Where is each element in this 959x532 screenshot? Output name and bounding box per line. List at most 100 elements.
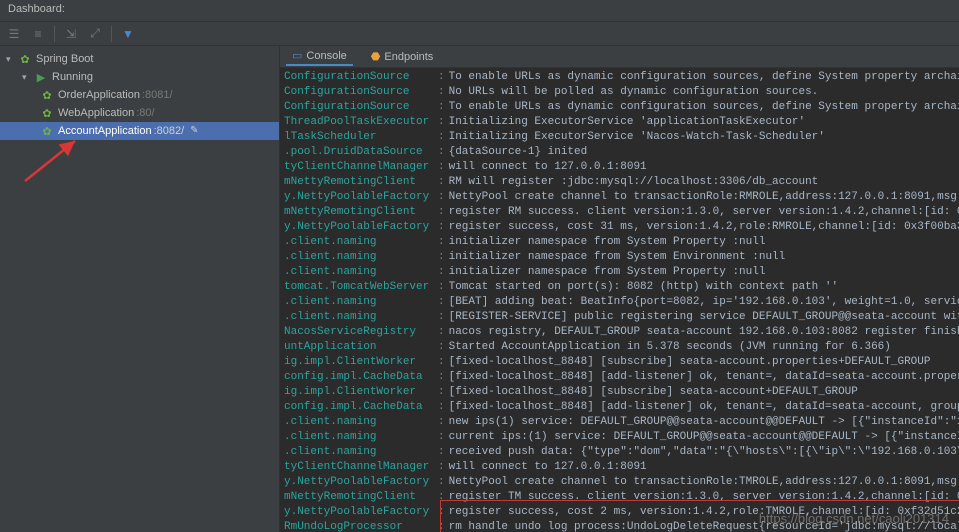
arrow-down-icon: ▾ bbox=[22, 72, 34, 83]
log-line: ConfigurationSource:No URLs will be poll… bbox=[284, 85, 955, 100]
log-colon: : bbox=[438, 520, 445, 532]
tree-app-account[interactable]: ✿ AccountApplication :8082/ ✎ bbox=[0, 122, 279, 140]
log-message: NettyPool create channel to transactionR… bbox=[449, 475, 959, 490]
log-message: new ips(1) service: DEFAULT_GROUP@@seata… bbox=[449, 415, 959, 430]
log-colon: : bbox=[438, 310, 445, 325]
log-message: [fixed-localhost_8848] [subscribe] seata… bbox=[449, 385, 858, 400]
spring-leaf-icon: ✿ bbox=[40, 89, 54, 102]
log-logger: RmUndoLogProcessor bbox=[284, 520, 434, 532]
log-colon: : bbox=[438, 145, 445, 160]
collapse-icon[interactable]: ⇲ bbox=[63, 26, 79, 42]
log-line: config.impl.CacheData:[fixed-localhost_8… bbox=[284, 400, 955, 415]
filter-icon[interactable]: ▼ bbox=[120, 26, 136, 42]
log-logger: ConfigurationSource bbox=[284, 100, 434, 115]
log-line: y.NettyPoolableFactory:register success,… bbox=[284, 505, 955, 520]
log-logger: .client.naming bbox=[284, 445, 434, 460]
log-line: NacosServiceRegistry:nacos registry, DEF… bbox=[284, 325, 955, 340]
log-line: .client.naming:received push data: {"typ… bbox=[284, 445, 955, 460]
log-colon: : bbox=[438, 85, 445, 100]
log-logger: .client.naming bbox=[284, 295, 434, 310]
log-message: will connect to 127.0.0.1:8091 bbox=[449, 460, 647, 475]
slider-icon[interactable]: ≡ bbox=[30, 26, 46, 42]
log-line: ig.impl.ClientWorker: [fixed-localhost_88… bbox=[284, 355, 955, 370]
edit-icon[interactable]: ✎ bbox=[190, 125, 202, 137]
log-logger: untApplication bbox=[284, 340, 434, 355]
app-port: :80/ bbox=[136, 107, 154, 119]
tab-label: Endpoints bbox=[384, 51, 433, 63]
tree-app-web[interactable]: ✿ WebApplication :80/ bbox=[0, 104, 279, 122]
tab-console[interactable]: ▭ Console bbox=[286, 47, 353, 66]
log-message: received push data: {"type":"dom","data"… bbox=[449, 445, 959, 460]
log-message: Started AccountApplication in 5.378 seco… bbox=[449, 340, 891, 355]
tab-label: Console bbox=[306, 50, 346, 62]
app-name: AccountApplication bbox=[58, 125, 152, 137]
log-colon: : bbox=[438, 340, 445, 355]
log-message: register success, cost 2 ms, version:1.4… bbox=[449, 505, 959, 520]
log-logger: .client.naming bbox=[284, 430, 434, 445]
log-line: ConfigurationSource:To enable URLs as dy… bbox=[284, 100, 955, 115]
arrow-down-icon: ▾ bbox=[6, 54, 18, 65]
log-logger: .client.naming bbox=[284, 310, 434, 325]
log-message: will connect to 127.0.0.1:8091 bbox=[449, 160, 647, 175]
log-colon: : bbox=[438, 130, 445, 145]
log-colon: : bbox=[438, 160, 445, 175]
log-line: mNettyRemotingClient:RM will register :j… bbox=[284, 175, 955, 190]
log-line: .client.naming:initializer namespace fro… bbox=[284, 235, 955, 250]
console-output[interactable]: ConfigurationSource: To enable URLs as dy… bbox=[280, 68, 959, 532]
log-message: [fixed-localhost_8848] [subscribe] seata… bbox=[449, 355, 931, 370]
log-colon: : bbox=[438, 280, 445, 295]
log-message: NettyPool create channel to transactionR… bbox=[449, 190, 959, 205]
log-message: [REGISTER-SERVICE] public registering se… bbox=[449, 310, 959, 325]
log-colon: : bbox=[438, 175, 445, 190]
tab-endpoints[interactable]: ⬣ Endpoints bbox=[365, 48, 440, 65]
tree-icon[interactable]: ☰ bbox=[6, 26, 22, 42]
log-logger: ConfigurationSource bbox=[284, 70, 434, 85]
log-logger: tyClientChannelManager bbox=[284, 460, 434, 475]
spring-leaf-icon: ✿ bbox=[40, 107, 54, 120]
log-logger: .pool.DruidDataSource bbox=[284, 145, 434, 160]
log-line: .pool.DruidDataSource:{dataSource-1} ini… bbox=[284, 145, 955, 160]
log-logger: ig.impl.ClientWorker bbox=[284, 355, 434, 370]
expand-icon[interactable]: ⤢ bbox=[87, 26, 103, 42]
log-message: initializer namespace from System Enviro… bbox=[449, 250, 786, 265]
dashboard-title: Dashboard: bbox=[8, 3, 65, 15]
app-name: WebApplication bbox=[58, 107, 134, 119]
log-logger: y.NettyPoolableFactory bbox=[284, 220, 434, 235]
console-icon: ▭ bbox=[292, 49, 302, 62]
tree-running[interactable]: ▾ ▶ Running bbox=[0, 68, 279, 86]
right-panel: ▭ Console ⬣ Endpoints ConfigurationSourc… bbox=[280, 46, 959, 532]
app-port: :8081/ bbox=[142, 89, 173, 101]
spring-icon: ✿ bbox=[18, 53, 32, 66]
log-colon: : bbox=[438, 400, 445, 415]
log-colon: : bbox=[438, 295, 445, 310]
log-message: To enable URLs as dynamic configuration … bbox=[449, 100, 959, 115]
log-logger: .client.naming bbox=[284, 250, 434, 265]
log-colon: : bbox=[438, 190, 445, 205]
main-area: ▾ ✿ Spring Boot ▾ ▶ Running ✿ OrderAppli… bbox=[0, 46, 959, 532]
log-message: initializer namespace from System Proper… bbox=[449, 235, 766, 250]
log-logger: ConfigurationSource bbox=[284, 85, 434, 100]
log-line: untApplication: Started AccountApplicatio… bbox=[284, 340, 955, 355]
log-message: [BEAT] adding beat: BeatInfo{port=8082, … bbox=[449, 295, 959, 310]
log-message: nacos registry, DEFAULT_GROUP seata-acco… bbox=[449, 325, 959, 340]
log-line: y.NettyPoolableFactory:register success,… bbox=[284, 220, 955, 235]
log-logger: mNettyRemotingClient bbox=[284, 490, 434, 505]
log-line: y.NettyPoolableFactory:NettyPool create … bbox=[284, 475, 955, 490]
log-colon: : bbox=[438, 430, 445, 445]
log-line: mNettyRemotingClient:register RM success… bbox=[284, 205, 955, 220]
log-colon: : bbox=[438, 355, 445, 370]
log-colon: : bbox=[438, 445, 445, 460]
log-line: .client.naming:initializer namespace fro… bbox=[284, 250, 955, 265]
tree-app-order[interactable]: ✿ OrderApplication :8081/ bbox=[0, 86, 279, 104]
log-message: [fixed-localhost_8848] [add-listener] ok… bbox=[449, 400, 959, 415]
tree-root-springboot[interactable]: ▾ ✿ Spring Boot bbox=[0, 50, 279, 68]
log-line: tomcat.TomcatWebServer:Tomcat started on… bbox=[284, 280, 955, 295]
log-colon: : bbox=[438, 235, 445, 250]
log-message: current ips:(1) service: DEFAULT_GROUP@@… bbox=[449, 430, 959, 445]
separator bbox=[54, 26, 55, 42]
log-colon: : bbox=[438, 220, 445, 235]
log-logger: ig.impl.ClientWorker bbox=[284, 385, 434, 400]
log-logger: y.NettyPoolableFactory bbox=[284, 475, 434, 490]
log-colon: : bbox=[438, 490, 445, 505]
log-message: register success, cost 31 ms, version:1.… bbox=[449, 220, 959, 235]
